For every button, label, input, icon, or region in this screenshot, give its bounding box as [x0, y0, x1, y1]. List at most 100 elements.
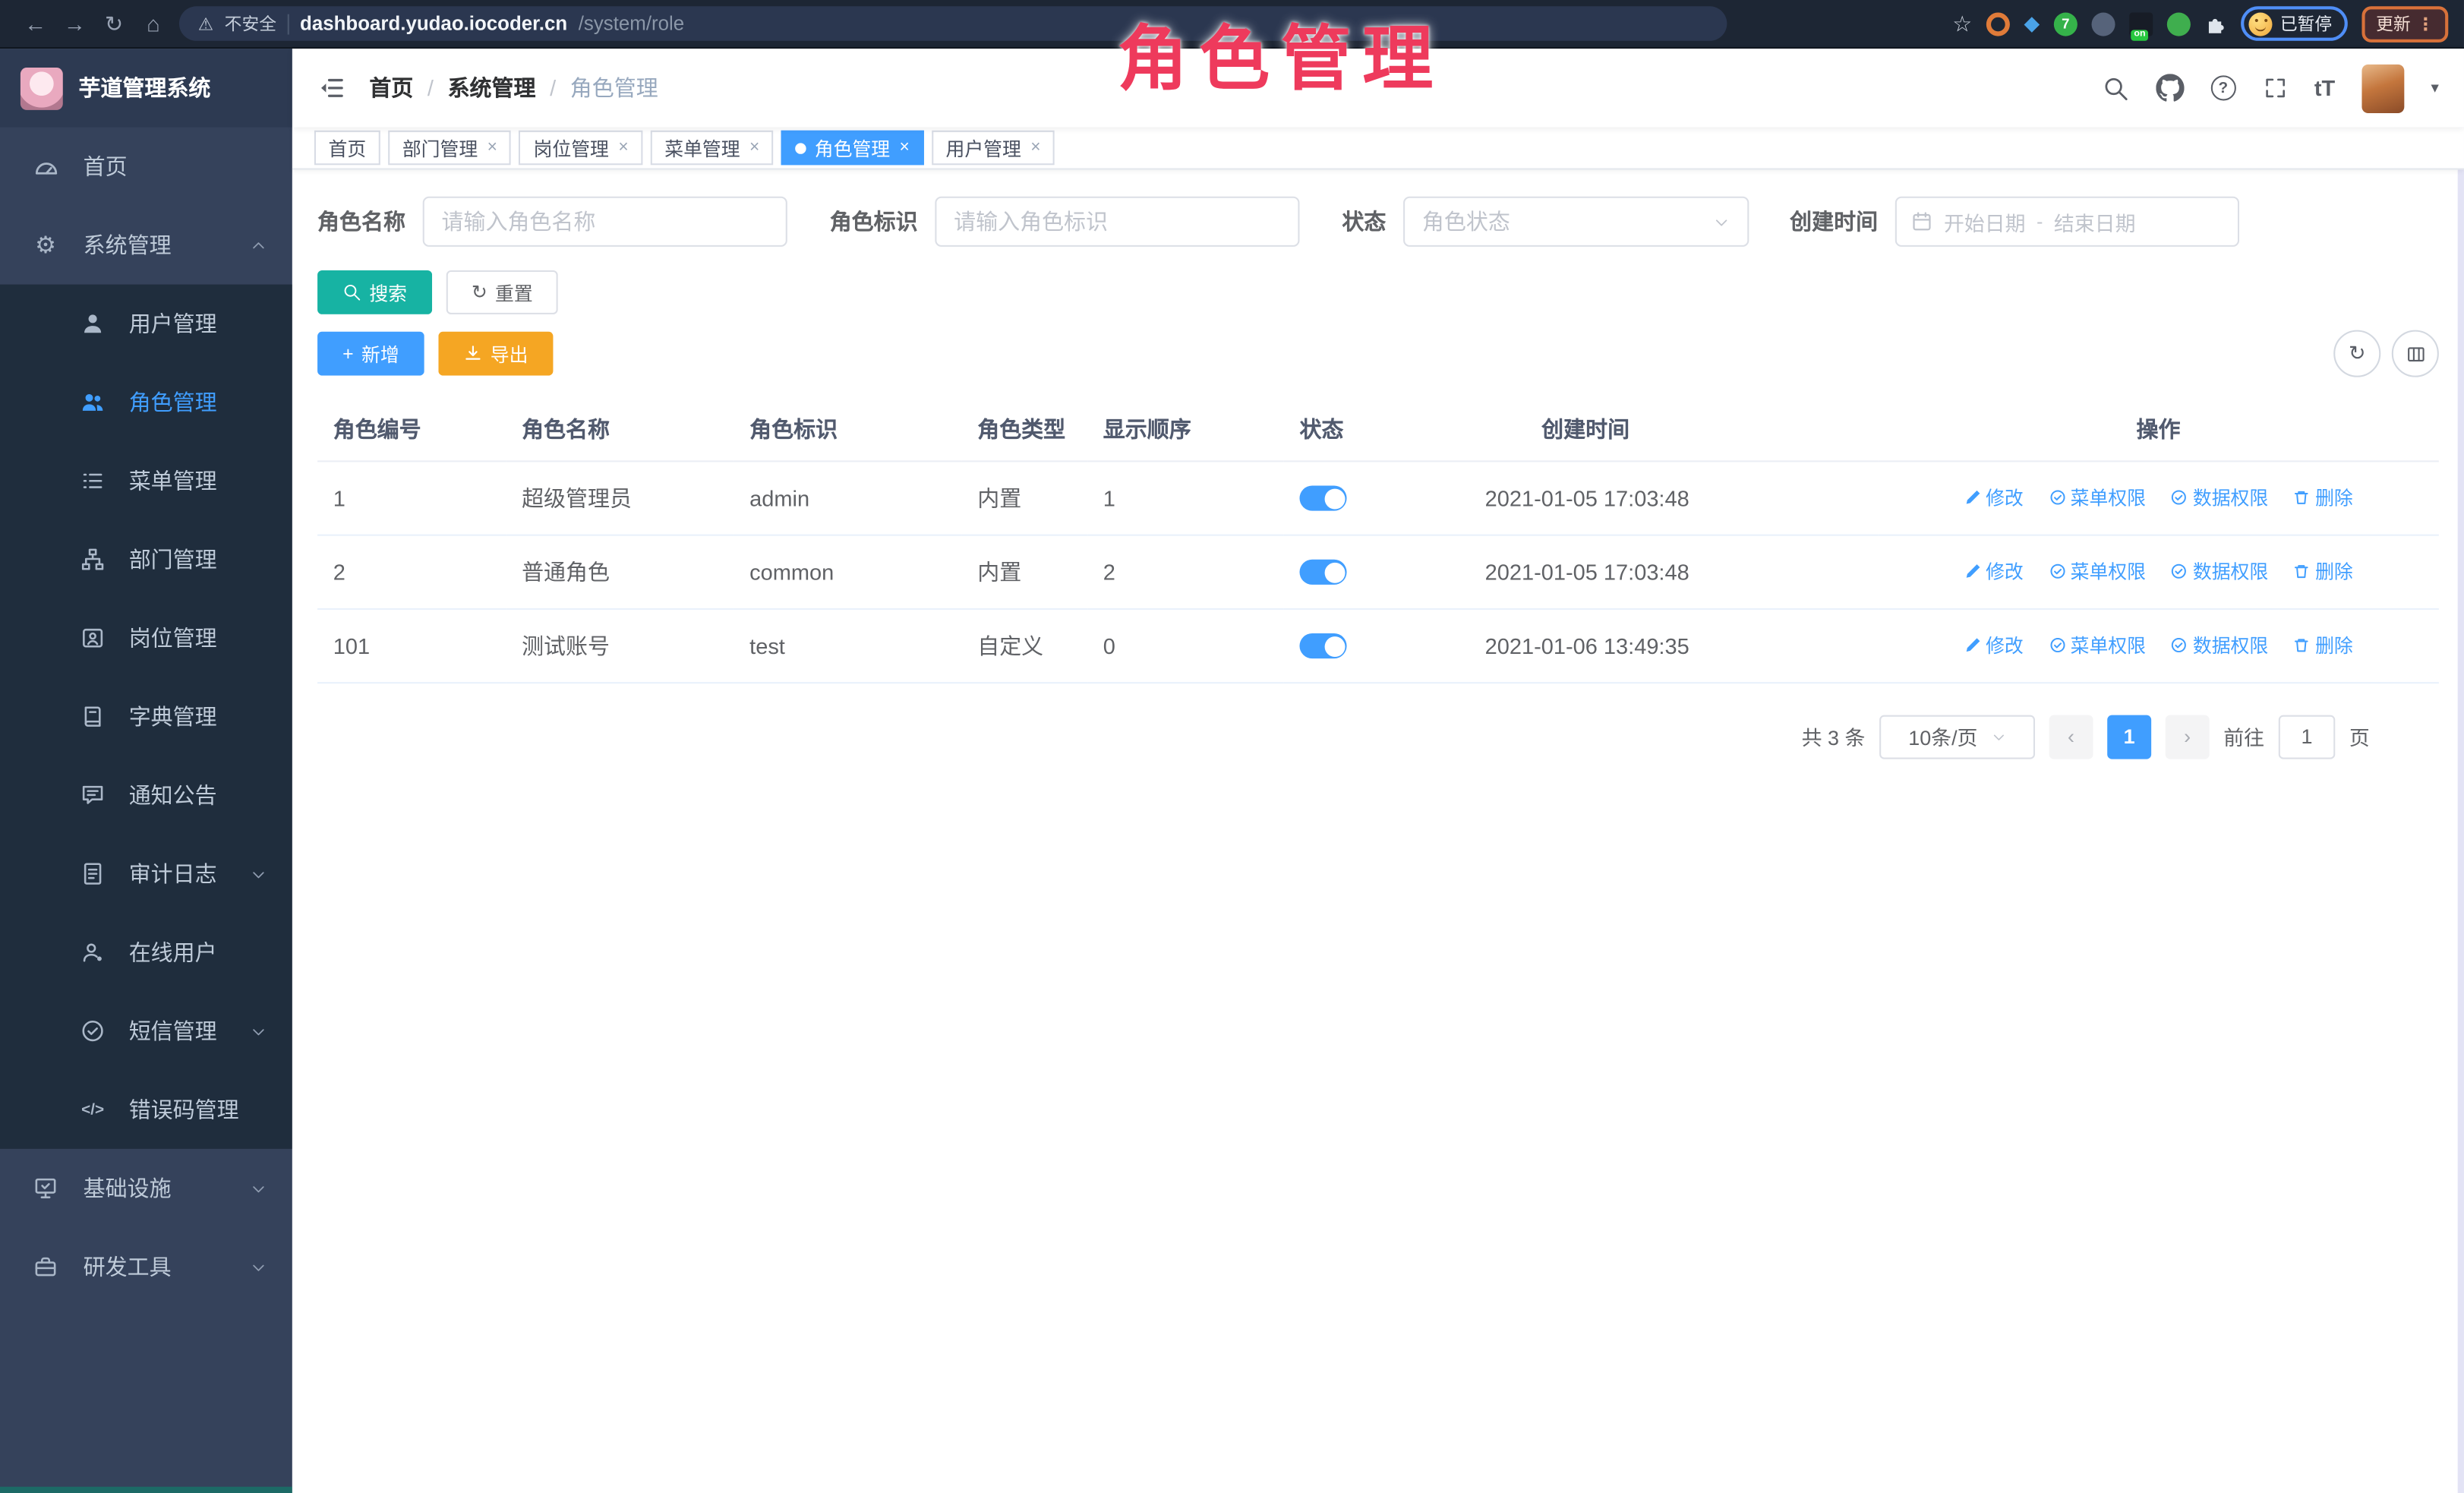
goto-page-input[interactable]: [2279, 715, 2336, 759]
fullscreen-icon[interactable]: [2263, 75, 2288, 100]
browser-update-button[interactable]: 更新 ⋮: [2361, 5, 2448, 42]
status-toggle[interactable]: [1299, 486, 1346, 511]
role-key-input[interactable]: [954, 209, 1280, 234]
browser-forward-button[interactable]: →: [55, 0, 94, 48]
sidebar-item-departments[interactable]: 部门管理: [0, 520, 292, 598]
data-permission-link[interactable]: 数据权限: [2171, 558, 2268, 585]
chevron-down-icon: [250, 1179, 267, 1197]
extension-icon-gem[interactable]: ◆: [2024, 11, 2040, 36]
extension-icon-leaf[interactable]: [2167, 12, 2191, 36]
font-size-icon[interactable]: tT: [2314, 75, 2335, 100]
reset-button[interactable]: ↻ 重置: [446, 270, 558, 314]
help-icon[interactable]: ?: [2210, 75, 2235, 100]
profile-paused-chip[interactable]: 已暂停: [2241, 6, 2348, 41]
prev-page-button[interactable]: ‹: [2049, 715, 2093, 759]
next-page-button[interactable]: ›: [2166, 715, 2210, 759]
tab-posts[interactable]: 岗位管理×: [519, 131, 642, 166]
start-date-placeholder[interactable]: 开始日期: [1944, 207, 2026, 236]
browser-reload-button[interactable]: ↻: [94, 0, 134, 48]
delete-link[interactable]: 删除: [2293, 484, 2353, 510]
menu-permission-link[interactable]: 菜单权限: [2049, 558, 2146, 585]
close-icon[interactable]: ×: [1030, 138, 1040, 157]
security-label[interactable]: 不安全: [225, 11, 276, 36]
sidebar-item-label: 通知公告: [129, 779, 217, 810]
sidebar-item-infrastructure[interactable]: 基础设施: [0, 1149, 292, 1227]
tab-home[interactable]: 首页: [314, 131, 380, 166]
end-date-placeholder[interactable]: 结束日期: [2054, 207, 2136, 236]
address-bar[interactable]: ⚠ 不安全 dashboard.yudao.iocoder.cn/system/…: [179, 6, 1727, 41]
tab-roles[interactable]: 角色管理×: [781, 131, 923, 166]
menu-permission-link[interactable]: 菜单权限: [2049, 632, 2146, 658]
close-icon[interactable]: ×: [487, 138, 497, 157]
browser-menu-icon[interactable]: ⋮: [2417, 14, 2434, 34]
close-icon[interactable]: ×: [618, 138, 628, 157]
breadcrumb-home[interactable]: 首页: [369, 72, 413, 103]
header-actions: ? tT ▾: [2102, 64, 2438, 112]
extension-icon-orange[interactable]: [1986, 12, 2010, 36]
create-time-label: 创建时间: [1790, 206, 1878, 237]
tab-departments[interactable]: 部门管理 ×: [388, 131, 511, 166]
tab-menus[interactable]: 菜单管理×: [651, 131, 774, 166]
page-size-select[interactable]: 10条/页: [1879, 715, 2035, 759]
sidebar-item-posts[interactable]: 岗位管理: [0, 598, 292, 677]
menu-permission-link[interactable]: 菜单权限: [2049, 484, 2146, 510]
search-icon[interactable]: [2102, 74, 2128, 101]
menu-permission-label: 菜单权限: [2071, 632, 2146, 658]
breadcrumb-system[interactable]: 系统管理: [448, 72, 536, 103]
extension-icon-green[interactable]: 7: [2054, 12, 2078, 36]
col-status: 状态: [1284, 398, 1469, 461]
search-button[interactable]: 搜索: [317, 270, 432, 314]
sidebar-item-dictionary[interactable]: 字典管理: [0, 677, 292, 756]
edit-link[interactable]: 修改: [1964, 558, 2024, 585]
status-select[interactable]: 角色状态: [1403, 197, 1749, 247]
calendar-icon: [1911, 210, 1933, 232]
col-role-id: 角色编号: [317, 398, 506, 461]
page-scrollbar[interactable]: [2458, 49, 2464, 1493]
user-menu-caret-icon[interactable]: ▾: [2431, 80, 2438, 97]
collapse-sidebar-icon[interactable]: [317, 74, 345, 102]
sidebar-item-notices[interactable]: 通知公告: [0, 756, 292, 834]
edit-link[interactable]: 修改: [1964, 484, 2024, 510]
status-toggle[interactable]: [1299, 560, 1346, 585]
user-avatar[interactable]: [2361, 64, 2404, 112]
sidebar-item-system[interactable]: ⚙ 系统管理: [0, 206, 292, 284]
sidebar-item-error-codes[interactable]: </> 错误码管理: [0, 1070, 292, 1148]
column-settings-button[interactable]: [2392, 330, 2439, 377]
data-permission-link[interactable]: 数据权限: [2171, 632, 2268, 658]
extensions-puzzle-icon[interactable]: [2205, 13, 2227, 35]
document-log-icon: [78, 861, 106, 886]
delete-link[interactable]: 删除: [2293, 632, 2353, 658]
bookmark-star-icon[interactable]: ☆: [1952, 10, 1972, 36]
sidebar-item-home[interactable]: 首页: [0, 128, 292, 206]
sidebar-item-dev-tools[interactable]: 研发工具: [0, 1227, 292, 1305]
status-toggle[interactable]: [1299, 633, 1346, 658]
cell-created: 2021-01-05 17:03:48: [1469, 460, 1878, 534]
browser-home-button[interactable]: ⌂: [134, 0, 173, 48]
current-page-button[interactable]: 1: [2107, 715, 2151, 759]
date-range-picker[interactable]: 开始日期 - 结束日期: [1895, 197, 2239, 247]
sidebar-item-audit-log[interactable]: 审计日志: [0, 835, 292, 913]
close-icon[interactable]: ×: [900, 138, 910, 157]
delete-link[interactable]: 删除: [2293, 558, 2353, 585]
tab-label: 部门管理: [402, 134, 478, 161]
github-icon[interactable]: [2156, 74, 2184, 102]
role-name-input[interactable]: [442, 209, 768, 234]
export-button[interactable]: 导出: [438, 332, 553, 376]
table-row: 2 普通角色 common 内置 2 2021-01-05 17:03:48 修…: [317, 535, 2439, 608]
sidebar-item-sms[interactable]: 短信管理: [0, 992, 292, 1070]
extension-icon-grid[interactable]: [2092, 12, 2115, 36]
extension-icon-switch[interactable]: on: [2129, 12, 2153, 36]
sidebar-item-menus[interactable]: 菜单管理: [0, 442, 292, 520]
table-row: 1 超级管理员 admin 内置 1 2021-01-05 17:03:48 修…: [317, 460, 2439, 534]
cell-role-id: 101: [317, 608, 506, 682]
data-permission-link[interactable]: 数据权限: [2171, 484, 2268, 510]
refresh-table-button[interactable]: ↻: [2333, 330, 2380, 377]
edit-link[interactable]: 修改: [1964, 632, 2024, 658]
add-button[interactable]: + 新增: [317, 332, 424, 376]
sidebar-item-roles[interactable]: 角色管理: [0, 363, 292, 441]
sidebar-item-users[interactable]: 用户管理: [0, 285, 292, 363]
tab-users[interactable]: 用户管理×: [932, 131, 1055, 166]
browser-back-button[interactable]: ←: [16, 0, 55, 48]
close-icon[interactable]: ×: [749, 138, 759, 157]
sidebar-item-online-users[interactable]: 在线用户: [0, 913, 292, 991]
